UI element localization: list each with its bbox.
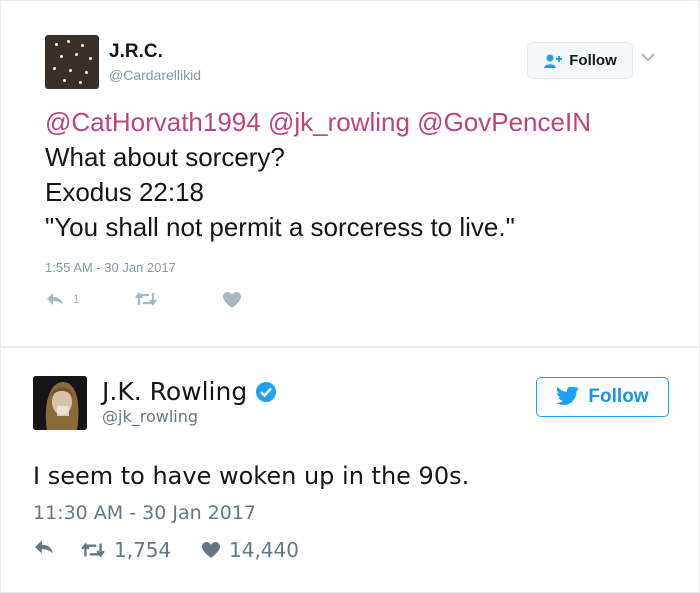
reply-button[interactable] <box>33 538 55 556</box>
tweet-line: "You shall not permit a sorceress to liv… <box>45 212 515 242</box>
follow-label: Follow <box>588 386 649 407</box>
twitter-bird-icon <box>556 387 580 405</box>
heart-icon <box>202 542 220 558</box>
like-button[interactable] <box>222 291 242 309</box>
user-name[interactable]: J.R.C. <box>109 41 163 63</box>
tweet-text: @CatHorvath1994 @jk_rowling @GovPenceIN … <box>45 105 591 245</box>
mentions[interactable]: @CatHorvath1994 @jk_rowling @GovPenceIN <box>45 105 591 140</box>
tweet-card: J.R.C. @Cardarellikid Follow @CatHorvath… <box>0 0 700 347</box>
retweet-icon <box>81 542 105 558</box>
tweet-line: What about sorcery? <box>45 142 285 172</box>
timestamp[interactable]: 11:30 AM - 30 Jan 2017 <box>33 502 256 524</box>
user-handle[interactable]: @jk_rowling <box>102 407 198 426</box>
reply-count: 1 <box>73 292 80 306</box>
avatar-image <box>33 376 87 430</box>
avatar[interactable] <box>33 376 87 430</box>
retweet-button[interactable]: 1,754 <box>80 538 171 562</box>
retweet-button[interactable] <box>134 291 158 307</box>
user-handle[interactable]: @Cardarellikid <box>109 67 201 83</box>
user-name-text: J.K. Rowling <box>102 377 248 406</box>
action-bar: 1,754 14,440 <box>33 538 333 562</box>
timestamp[interactable]: 1:55 AM - 30 Jan 2017 <box>45 260 176 275</box>
avatar[interactable] <box>45 35 99 89</box>
follow-button[interactable]: Follow <box>527 42 633 79</box>
reply-button[interactable]: 1 <box>45 291 80 307</box>
like-count: 14,440 <box>229 538 299 562</box>
follow-label: Follow <box>569 52 617 69</box>
tweet-line: Exodus 22:18 <box>45 177 205 207</box>
verified-badge-icon <box>256 381 277 402</box>
follow-button[interactable]: Follow <box>536 377 669 417</box>
tweet-card: J.K. Rowling @jk_rowling Follow I seem t… <box>0 347 700 593</box>
like-button[interactable]: 14,440 <box>201 538 299 562</box>
tweet-text: I seem to have woken up in the 90s. <box>33 462 470 490</box>
reply-icon <box>47 293 63 305</box>
add-user-icon <box>544 54 563 68</box>
heart-icon <box>223 292 241 308</box>
retweet-count: 1,754 <box>114 538 172 562</box>
user-name[interactable]: J.K. Rowling <box>102 377 277 406</box>
chevron-down-icon[interactable] <box>641 53 655 62</box>
reply-icon <box>35 540 53 554</box>
action-bar: 1 <box>45 291 305 313</box>
retweet-icon <box>135 292 157 306</box>
